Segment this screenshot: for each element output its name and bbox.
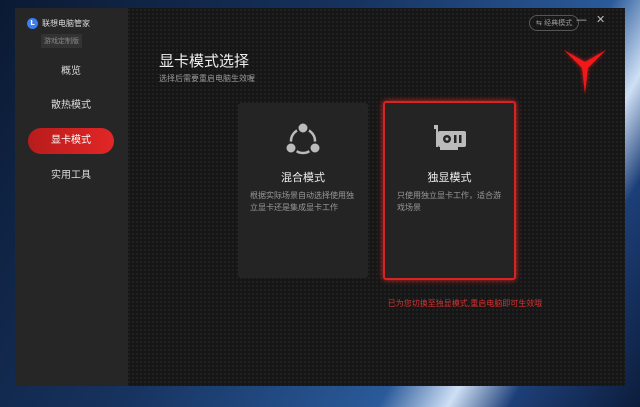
dedicated-mode-title: 独显模式 [427,171,472,184]
brand: L 联想电脑管家 [27,18,90,29]
sidebar-item-overview[interactable]: 概览 [28,59,114,85]
edition-badge: 游戏定制版 [41,34,82,48]
page-title: 显卡模式选择 [159,52,250,70]
dedicated-mode-desc: 只使用独立显卡工作，适合游戏场景 [397,191,501,212]
sidebar-item-gpu-mode[interactable]: 显卡模式 [28,128,114,154]
hybrid-mode-desc: 根据实际场景自动选择使用独立显卡还是集成显卡工作 [250,191,354,212]
sidebar-item-cooling[interactable]: 散热模式 [28,93,114,119]
classic-mode-label: 经典模式 [544,19,573,27]
dedicated-mode-card[interactable]: 独显模式 只使用独立显卡工作，适合游戏场景 [383,101,516,280]
share-nodes-icon [284,121,322,155]
app-name: 联想电脑管家 [42,19,90,28]
legion-logo-icon [564,50,606,94]
hybrid-mode-title: 混合模式 [281,171,325,184]
close-button[interactable]: ✕ [596,13,605,26]
app-logo-icon: L [27,18,38,29]
app-window: L 联想电脑管家 游戏定制版 概览 散热模式 显卡模式 实用工具 ⇆ 经典模式 … [15,8,625,386]
page-subtitle: 选择后需要重启电脑生效喔 [159,74,255,83]
minimize-button[interactable]: — [576,13,587,26]
hybrid-mode-card[interactable]: 混合模式 根据实际场景自动选择使用独立显卡还是集成显卡工作 [238,103,368,278]
sidebar-item-tools[interactable]: 实用工具 [28,163,114,189]
classic-mode-button[interactable]: ⇆ 经典模式 [529,15,580,31]
restart-notice: 已为您切换至独显模式,重启电脑即可生效哦 [387,299,543,308]
graphics-card-icon [433,125,466,150]
sidebar: L 联想电脑管家 游戏定制版 概览 散热模式 显卡模式 实用工具 [15,8,128,386]
